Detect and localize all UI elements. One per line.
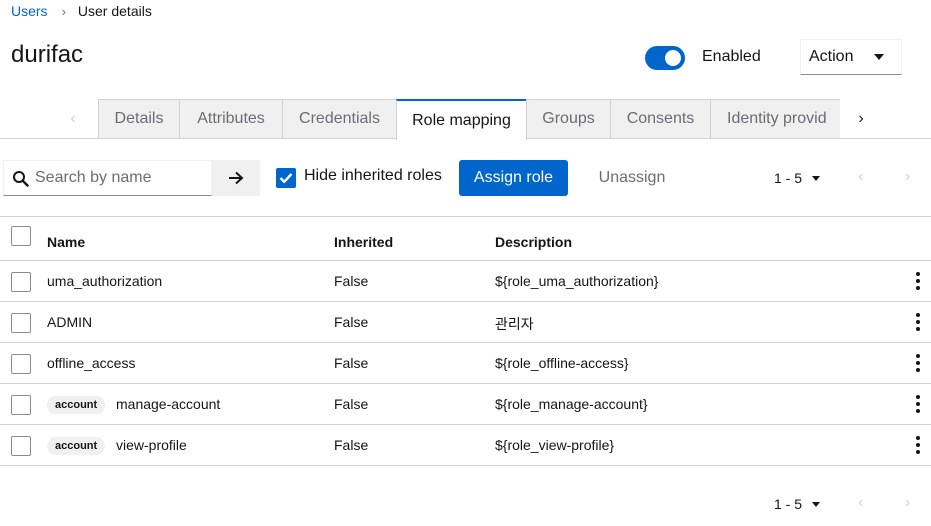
tab-credentials[interactable]: Credentials [282, 99, 397, 138]
pagination-bottom: 1 - 5 ‹ › [774, 494, 910, 512]
next-page-icon[interactable]: › [905, 168, 910, 186]
row-checkbox[interactable] [11, 436, 31, 456]
tab-role-mapping[interactable]: Role mapping [396, 99, 527, 140]
role-inherited: False [334, 355, 369, 371]
prev-page-icon[interactable]: ‹ [858, 168, 863, 186]
unassign-button[interactable]: Unassign [584, 160, 680, 196]
next-page-icon[interactable]: › [905, 494, 910, 512]
caret-down-icon [874, 54, 884, 60]
row-checkbox[interactable] [11, 272, 31, 292]
tab-details[interactable]: Details [98, 99, 180, 138]
search-submit-button[interactable] [212, 160, 260, 196]
table-row: ADMIN False 관리자 [0, 302, 931, 343]
tabs-scroll-right-icon[interactable]: › [840, 99, 882, 138]
page-title: durifac [11, 41, 84, 68]
row-checkbox[interactable] [11, 395, 31, 415]
pagination-range[interactable]: 1 - 5 [774, 170, 802, 186]
kebab-menu-icon[interactable] [912, 313, 924, 331]
checkmark-icon [279, 173, 293, 184]
client-badge: account [47, 396, 106, 414]
breadcrumb: Users › User details [11, 3, 152, 19]
search-input[interactable] [35, 169, 205, 187]
role-description: ${role_view-profile} [495, 437, 615, 453]
tab-groups[interactable]: Groups [526, 99, 611, 138]
hide-inherited-checkbox[interactable] [276, 168, 296, 188]
pagination-top: 1 - 5 ‹ › [774, 168, 910, 186]
caret-down-icon[interactable] [812, 175, 820, 181]
arrow-right-icon [229, 171, 244, 185]
role-inherited: False [334, 314, 369, 330]
prev-page-icon[interactable]: ‹ [858, 494, 863, 512]
tab-attributes[interactable]: Attributes [179, 99, 283, 138]
role-name: ADMIN [47, 314, 93, 330]
column-header-name[interactable]: Name [47, 234, 85, 250]
client-badge: account [47, 437, 106, 455]
role-inherited: False [334, 396, 369, 412]
role-name: offline_access [47, 355, 136, 371]
assign-role-button[interactable]: Assign role [459, 160, 568, 196]
role-name: view-profile [116, 437, 187, 453]
kebab-menu-icon[interactable] [912, 395, 924, 413]
enabled-toggle[interactable] [645, 46, 685, 70]
row-checkbox[interactable] [11, 354, 31, 374]
role-description: ${role_uma_authorization} [495, 273, 659, 289]
action-dropdown[interactable]: Action [800, 39, 902, 75]
action-dropdown-label: Action [809, 48, 854, 65]
table-row: offline_access False ${role_offline-acce… [0, 343, 931, 384]
table-row: account view-profile False ${role_view-p… [0, 425, 931, 466]
role-name: manage-account [116, 396, 221, 412]
tabs-scroll-left-icon[interactable]: ‹ [48, 99, 98, 138]
column-header-description: Description [495, 234, 573, 250]
caret-down-icon[interactable] [812, 501, 820, 507]
table-row: uma_authorization False ${role_uma_autho… [0, 261, 931, 302]
role-description: 관리자 [495, 316, 534, 332]
role-description: ${role_manage-account} [495, 396, 648, 412]
row-checkbox[interactable] [11, 313, 31, 333]
table-row: account manage-account False ${role_mana… [0, 384, 931, 425]
tab-consents[interactable]: Consents [610, 99, 711, 138]
tab-identity-provider[interactable]: Identity provid [710, 99, 842, 138]
toggle-knob [665, 50, 681, 66]
role-inherited: False [334, 273, 369, 289]
table-header: Name Inherited Description [0, 217, 931, 261]
search-box [3, 160, 212, 196]
select-all-checkbox[interactable] [11, 226, 31, 246]
breadcrumb-users-link[interactable]: Users [11, 3, 48, 19]
pagination-range[interactable]: 1 - 5 [774, 496, 802, 512]
enabled-label: Enabled [702, 48, 761, 65]
role-name: uma_authorization [47, 273, 163, 289]
kebab-menu-icon[interactable] [912, 272, 924, 290]
kebab-menu-icon[interactable] [912, 354, 924, 372]
column-header-inherited: Inherited [334, 234, 394, 250]
roles-table: Name Inherited Description uma_authoriza… [0, 216, 931, 466]
role-inherited: False [334, 437, 369, 453]
role-description: ${role_offline-access} [495, 355, 629, 371]
search-icon [13, 171, 29, 187]
kebab-menu-icon[interactable] [912, 436, 924, 454]
hide-inherited-label[interactable]: Hide inherited roles [304, 167, 442, 185]
breadcrumb-current: User details [77, 3, 152, 19]
breadcrumb-separator-icon: › [61, 3, 66, 19]
tab-bar: ‹ Details Attributes Credentials Role ma… [0, 99, 931, 140]
